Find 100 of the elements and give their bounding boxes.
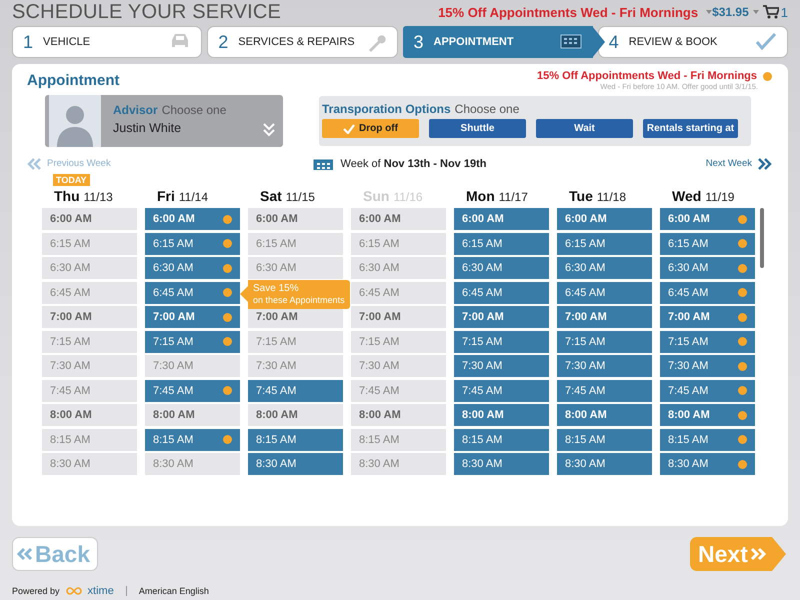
time-slot[interactable]: 8:30 AM bbox=[248, 453, 343, 475]
time-slot: 6:30 AM bbox=[351, 257, 446, 279]
cart-icon[interactable] bbox=[762, 5, 779, 19]
checkmark-icon bbox=[755, 32, 777, 52]
page-title: SCHEDULE YOUR SERVICE bbox=[12, 0, 282, 24]
time-slot[interactable]: 7:00 AM bbox=[145, 306, 240, 328]
time-slot: 8:30 AM bbox=[145, 453, 240, 475]
day-header: Mon 11/17 bbox=[466, 188, 528, 204]
time-slot: 6:15 AM bbox=[42, 232, 137, 254]
double-chevron-left-icon bbox=[17, 547, 33, 561]
advisor-label: Advisor bbox=[113, 103, 158, 117]
time-slot: 7:30 AM bbox=[145, 355, 240, 377]
step-tab[interactable]: 2 SERVICES & REPAIRS bbox=[207, 26, 398, 58]
time-slot[interactable]: 6:30 AM bbox=[660, 257, 755, 279]
time-slot: 8:00 AM bbox=[42, 404, 137, 426]
time-slot[interactable]: 6:00 AM bbox=[454, 208, 549, 230]
time-slot[interactable]: 7:45 AM bbox=[454, 380, 549, 402]
time-slot[interactable]: 8:15 AM bbox=[660, 428, 755, 450]
time-slot[interactable]: 6:45 AM bbox=[454, 282, 549, 304]
caret-icon bbox=[752, 10, 759, 14]
time-slot[interactable]: 6:45 AM bbox=[660, 282, 755, 304]
day-header: Wed 11/19 bbox=[672, 188, 734, 204]
double-chevron-icon bbox=[263, 123, 275, 137]
time-slot[interactable]: 6:00 AM bbox=[660, 208, 755, 230]
checkmark-icon bbox=[343, 124, 356, 134]
time-slot[interactable]: 7:00 AM bbox=[557, 306, 652, 328]
transport-option[interactable]: Shuttle bbox=[429, 119, 526, 138]
time-slot[interactable]: 6:45 AM bbox=[557, 282, 652, 304]
time-slot[interactable]: 6:00 AM bbox=[557, 208, 652, 230]
time-slot: 6:30 AM bbox=[248, 257, 343, 279]
time-slot: 7:30 AM bbox=[351, 355, 446, 377]
time-slot: 6:45 AM bbox=[42, 282, 137, 304]
time-slot: 6:45 AM bbox=[351, 282, 446, 304]
time-slot[interactable]: 6:30 AM bbox=[454, 257, 549, 279]
time-slot[interactable]: 7:15 AM bbox=[557, 330, 652, 352]
time-slot[interactable]: 7:00 AM bbox=[454, 306, 549, 328]
time-slot[interactable]: 8:00 AM bbox=[557, 404, 652, 426]
time-slot[interactable]: 8:15 AM bbox=[248, 428, 343, 450]
time-slot: 7:30 AM bbox=[248, 355, 343, 377]
time-slot[interactable]: 7:45 AM bbox=[660, 380, 755, 402]
time-slot[interactable]: 6:15 AM bbox=[145, 232, 240, 254]
time-slot[interactable]: 6:30 AM bbox=[145, 257, 240, 279]
day-header: Tue 11/18 bbox=[569, 188, 626, 204]
time-slot[interactable]: 7:15 AM bbox=[145, 330, 240, 352]
time-slot[interactable]: 6:15 AM bbox=[454, 232, 549, 254]
double-chevron-right-icon bbox=[750, 547, 766, 561]
time-slot: 6:00 AM bbox=[248, 208, 343, 230]
time-slot: 7:30 AM bbox=[42, 355, 137, 377]
discount-tooltip: Save 15% on these Appointments bbox=[240, 280, 350, 310]
language-link[interactable]: American English bbox=[138, 586, 209, 596]
time-slot: 7:45 AM bbox=[351, 380, 446, 402]
time-slot: 6:15 AM bbox=[248, 232, 343, 254]
time-slot[interactable]: 8:30 AM bbox=[454, 453, 549, 475]
caret-icon bbox=[706, 10, 712, 14]
discount-dot-icon bbox=[763, 72, 772, 80]
step-tab[interactable]: 4 REVIEW & BOOK bbox=[598, 26, 788, 58]
time-slot: 6:00 AM bbox=[42, 208, 137, 230]
time-slot: 7:00 AM bbox=[351, 306, 446, 328]
transport-option[interactable]: Rentals starting at bbox=[643, 119, 738, 138]
time-slot[interactable]: 7:00 AM bbox=[660, 306, 755, 328]
time-slot: 6:00 AM bbox=[351, 208, 446, 230]
time-slot[interactable]: 8:00 AM bbox=[660, 404, 755, 426]
time-slot[interactable]: 7:15 AM bbox=[454, 330, 549, 352]
transport-option[interactable]: Drop off bbox=[322, 119, 419, 138]
advisor-selector[interactable]: Advisor Choose one Justin White bbox=[45, 95, 283, 147]
today-badge: TODAY bbox=[53, 174, 90, 186]
time-slot[interactable]: 7:45 AM bbox=[248, 380, 343, 402]
time-slot[interactable]: 8:30 AM bbox=[660, 453, 755, 475]
time-slot[interactable]: 6:00 AM bbox=[145, 208, 240, 230]
time-slot[interactable]: 7:45 AM bbox=[557, 380, 652, 402]
time-slot[interactable]: 6:15 AM bbox=[557, 232, 652, 254]
time-slot: 7:45 AM bbox=[42, 380, 137, 402]
time-slot[interactable]: 8:30 AM bbox=[557, 453, 652, 475]
time-slot: 7:00 AM bbox=[42, 306, 137, 328]
infinity-logo-icon bbox=[66, 587, 82, 595]
time-slot[interactable]: 7:15 AM bbox=[660, 330, 755, 352]
transport-option[interactable]: Wait bbox=[536, 119, 633, 138]
time-slot[interactable]: 6:15 AM bbox=[660, 232, 755, 254]
advisor-hint: Choose one bbox=[162, 103, 226, 117]
time-slot[interactable]: 7:30 AM bbox=[557, 355, 652, 377]
calendar-icon bbox=[312, 157, 333, 170]
time-slot[interactable]: 8:15 AM bbox=[454, 428, 549, 450]
day-header: Thu 11/13 bbox=[54, 188, 113, 204]
time-slot: 8:15 AM bbox=[351, 428, 446, 450]
time-slot[interactable]: 8:15 AM bbox=[557, 428, 652, 450]
time-slot: 8:00 AM bbox=[145, 404, 240, 426]
next-week-link[interactable]: Next Week bbox=[572, 158, 772, 170]
offer-title: 15% Off Appointments Wed - Fri Mornings bbox=[537, 70, 757, 82]
time-slot[interactable]: 7:30 AM bbox=[660, 355, 755, 377]
time-slot[interactable]: 6:45 AM bbox=[145, 282, 240, 304]
time-slot[interactable]: 7:45 AM bbox=[145, 380, 240, 402]
double-chevron-right-icon bbox=[758, 158, 772, 170]
time-slot[interactable]: 8:15 AM bbox=[145, 428, 240, 450]
scrollbar[interactable] bbox=[760, 208, 764, 268]
brand-name: xtime bbox=[88, 585, 114, 597]
time-slot[interactable]: 8:00 AM bbox=[454, 404, 549, 426]
time-slot[interactable]: 7:30 AM bbox=[454, 355, 549, 377]
step-tab[interactable]: 1 VEHICLE bbox=[12, 26, 202, 58]
time-slot[interactable]: 6:30 AM bbox=[557, 257, 652, 279]
time-slot: 7:15 AM bbox=[42, 330, 137, 352]
